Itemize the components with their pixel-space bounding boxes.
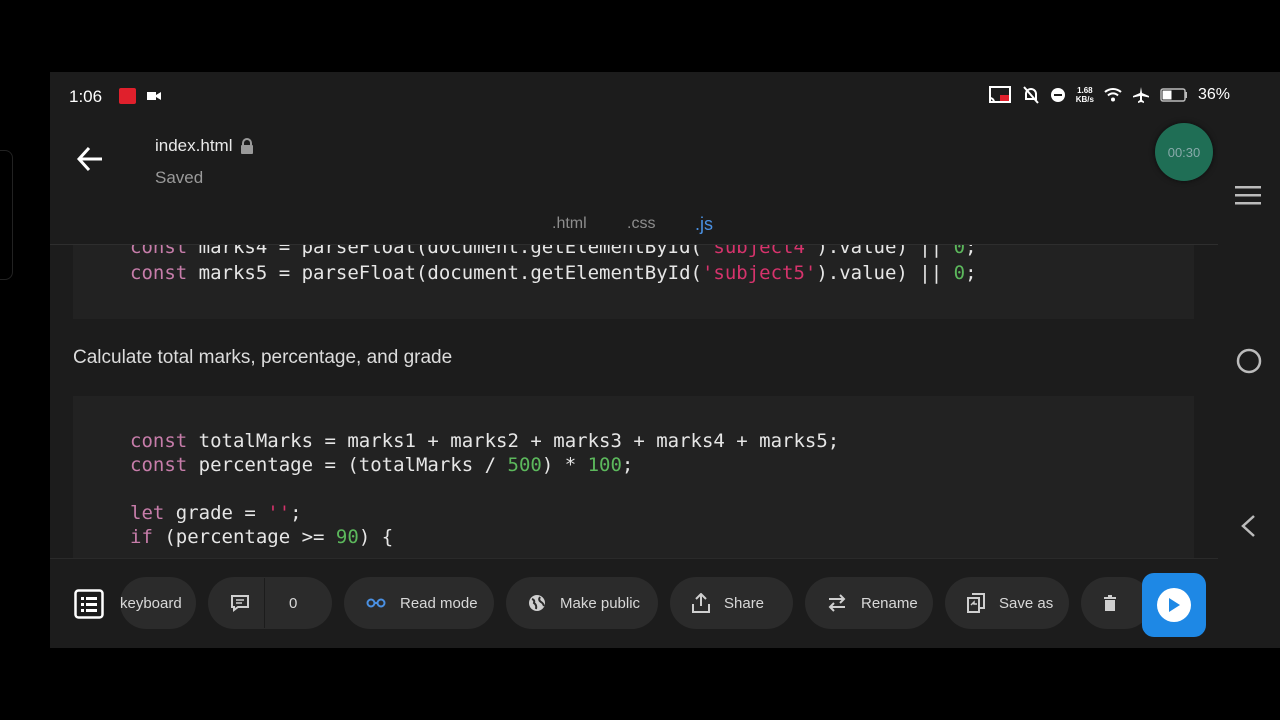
bottom-toolbar: keyboard 0 Read mode Make public Share R… xyxy=(50,558,1218,648)
mute-bell-icon xyxy=(1022,86,1039,104)
lock-icon xyxy=(241,138,254,154)
airplane-icon xyxy=(1132,87,1149,103)
make-public-button[interactable]: Make public xyxy=(506,577,658,629)
file-name: index.html xyxy=(155,136,233,155)
save-as-icon xyxy=(967,593,985,613)
divider xyxy=(264,578,265,628)
code-line: const marks4 = parseFloat(document.getEl… xyxy=(130,245,977,258)
tab-js[interactable]: .js xyxy=(695,214,713,235)
dnd-icon xyxy=(1050,88,1065,102)
battery-percent: 36% xyxy=(1197,86,1230,103)
status-time: 1:06 xyxy=(69,87,103,106)
section-heading: Calculate total marks, percentage, and g… xyxy=(73,347,453,368)
system-nav-bar xyxy=(1218,120,1280,648)
phone-screen: 1:06 1.68 KB/s 36% index.html Saved 00:3… xyxy=(50,72,1280,648)
save-as-button[interactable]: Save as xyxy=(945,577,1069,629)
code-line: if (percentage >= 90) { xyxy=(130,526,394,548)
file-title: index.html xyxy=(155,136,254,156)
back-arrow-icon[interactable] xyxy=(76,146,104,172)
trash-icon xyxy=(1104,595,1116,611)
home-icon[interactable] xyxy=(1236,348,1262,374)
tab-css[interactable]: .css xyxy=(627,215,655,233)
app-bar: index.html Saved xyxy=(50,120,1218,203)
code-line: const marks5 = parseFloat(document.getEl… xyxy=(130,262,977,284)
back-nav-icon[interactable] xyxy=(1240,514,1256,538)
code-block: const totalMarks = marks1 + marks2 + mar… xyxy=(73,396,1194,558)
share-icon xyxy=(692,593,710,613)
save-status: Saved xyxy=(155,168,204,187)
net-speed: 1.68 KB/s xyxy=(1075,86,1094,104)
menu-icon[interactable] xyxy=(1235,186,1261,206)
document-content: const marks4 = parseFloat(document.getEl… xyxy=(50,245,1218,558)
screen-edge xyxy=(0,150,13,280)
read-mode-button[interactable]: Read mode xyxy=(344,577,494,629)
outline-list-icon[interactable] xyxy=(74,589,104,619)
glasses-icon xyxy=(366,598,386,608)
battery-icon xyxy=(1160,88,1187,102)
comments-button[interactable]: 0 xyxy=(208,577,332,629)
globe-icon xyxy=(529,595,545,611)
sim-badge-icon xyxy=(119,88,136,104)
code-line: const percentage = (totalMarks / 500) * … xyxy=(130,454,634,476)
swap-arrows-icon xyxy=(828,594,846,612)
code-line: let grade = ''; xyxy=(130,502,302,524)
status-icons: 1.68 KB/s 36% xyxy=(988,85,1230,105)
code-block: const marks4 = parseFloat(document.getEl… xyxy=(73,245,1194,319)
code-line: const totalMarks = marks1 + marks2 + mar… xyxy=(130,430,840,452)
delete-button[interactable] xyxy=(1081,577,1151,629)
rename-button[interactable]: Rename xyxy=(805,577,933,629)
play-icon xyxy=(1169,598,1180,612)
wifi-icon xyxy=(1104,88,1122,102)
language-tabs: .html .css .js xyxy=(50,202,1218,245)
share-button[interactable]: Share xyxy=(670,577,793,629)
camera-icon xyxy=(147,92,161,100)
recording-timer[interactable]: 00:30 xyxy=(1155,123,1213,181)
comment-icon xyxy=(231,595,249,612)
run-button[interactable] xyxy=(1142,573,1206,637)
comments-count: 0 xyxy=(289,594,298,612)
cast-icon xyxy=(988,86,1011,103)
keyboard-button[interactable]: keyboard xyxy=(120,577,196,629)
tab-html[interactable]: .html xyxy=(552,215,587,233)
